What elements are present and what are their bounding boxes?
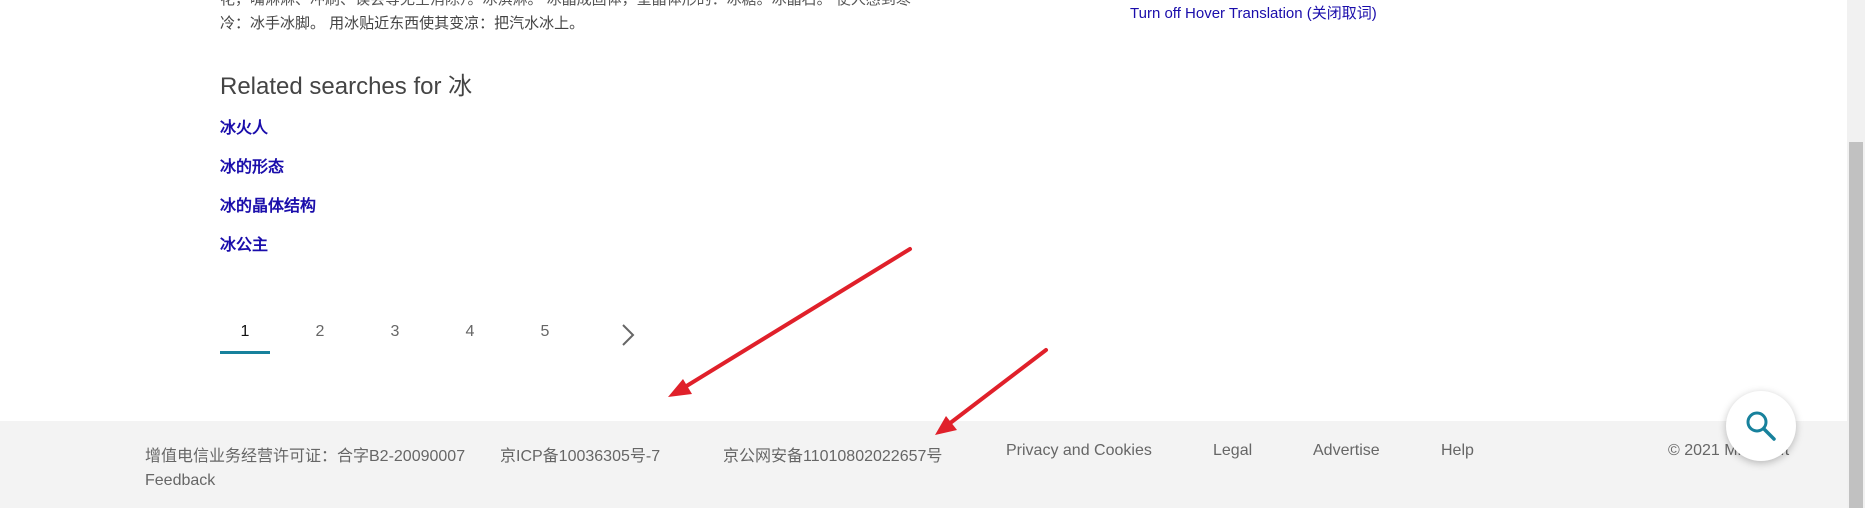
- page-2-button[interactable]: 2: [295, 312, 345, 358]
- chevron-right-icon: [622, 324, 635, 346]
- footer-public-security-link[interactable]: 京公网安备11010802022657号: [723, 442, 942, 466]
- annotation-arrow-icon: [668, 247, 912, 397]
- footer-advertise-link[interactable]: Advertise: [1313, 442, 1380, 460]
- page-1-button[interactable]: 1: [220, 312, 270, 358]
- next-page-button[interactable]: [615, 320, 639, 350]
- footer: 增值电信业务经营许可证：合字B2-20090007 京ICP备10036305号…: [0, 421, 1847, 508]
- page-3-button[interactable]: 3: [370, 312, 420, 358]
- search-icon: [1746, 411, 1776, 441]
- page-4-button[interactable]: 4: [445, 312, 495, 358]
- related-search-item[interactable]: 冰的晶体结构: [220, 192, 316, 216]
- snippet-line-2: 冷：冰手冰脚。 用冰贴近东西使其变凉：把汽水冰上。: [220, 15, 585, 32]
- footer-privacy-link[interactable]: Privacy and Cookies: [1006, 442, 1152, 460]
- footer-icp-link[interactable]: 京ICP备10036305号-7: [500, 442, 660, 466]
- footer-help-link[interactable]: Help: [1441, 442, 1474, 460]
- scrollbar-thumb[interactable]: [1849, 142, 1863, 508]
- turn-off-hover-translation-link[interactable]: Turn off Hover Translation (关闭取词): [1130, 2, 1377, 23]
- related-search-item[interactable]: 冰的形态: [220, 153, 284, 177]
- snippet-line-1: 花，嘴淋淋、冲刷、误会等无空消除）。冰淇淋。 冰晶成固体，呈晶体形的：冰糖。冰晶…: [220, 0, 911, 12]
- footer-feedback-link[interactable]: Feedback: [145, 472, 215, 490]
- footer-legal-link[interactable]: Legal: [1213, 442, 1252, 460]
- page-5-button[interactable]: 5: [520, 312, 570, 358]
- related-search-item[interactable]: 冰火人: [220, 114, 268, 138]
- related-searches-title: Related searches for 冰: [220, 73, 473, 100]
- footer-license-link[interactable]: 增值电信业务经营许可证：合字B2-20090007: [145, 442, 465, 466]
- related-search-item[interactable]: 冰公主: [220, 231, 268, 255]
- search-button[interactable]: [1726, 391, 1796, 461]
